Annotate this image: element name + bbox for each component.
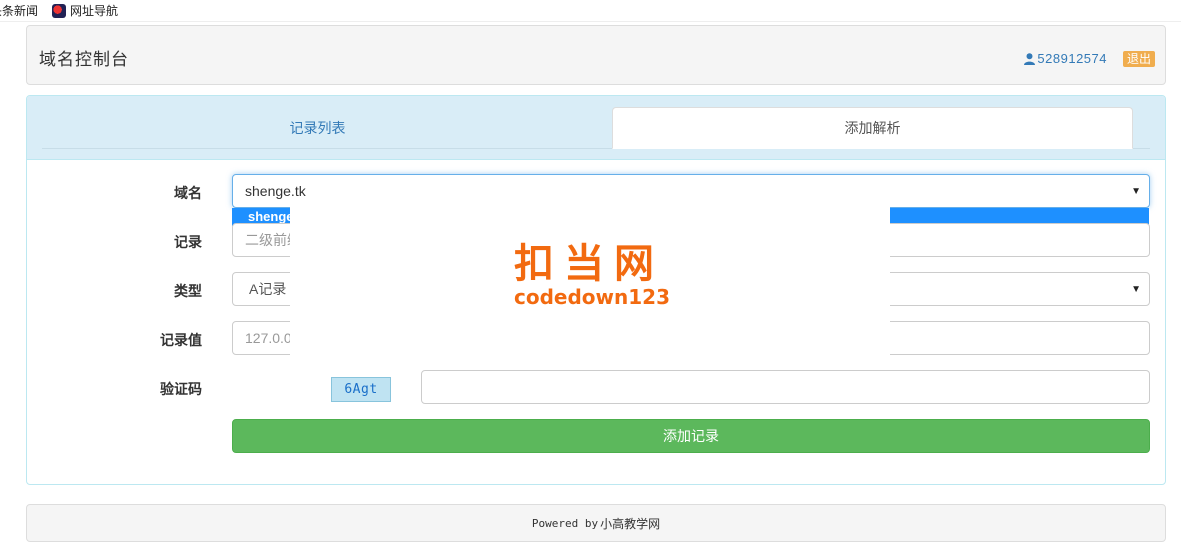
captcha-input[interactable]: [421, 370, 1150, 404]
type-label: 类型: [174, 283, 202, 299]
user-info[interactable]: 528912574: [1024, 51, 1107, 66]
footer: Powered by 小高教学网: [26, 504, 1166, 542]
select-arrow-icon: ▼: [1131, 186, 1141, 197]
bookmarks-bar: 头条新闻 网址导航: [0, 0, 1181, 22]
site-favicon-icon: [52, 3, 67, 18]
bookmark-label: 网址导航: [70, 4, 119, 18]
captcha-label: 验证码: [160, 381, 202, 397]
select-arrow-icon: ▼: [1131, 284, 1141, 295]
footer-powered-by: Powered by: [531, 516, 599, 530]
page-title: 域名控制台: [39, 50, 129, 69]
bookmark-item-news[interactable]: 头条新闻: [0, 2, 38, 19]
logout-button[interactable]: 退出: [1122, 51, 1155, 67]
domain-select[interactable]: shenge.tk ▼: [232, 174, 1150, 208]
tab-add-record[interactable]: 添加解析: [612, 107, 1133, 149]
record-value-label: 记录值: [160, 332, 202, 348]
domain-select-value: shenge.tk: [245, 183, 306, 199]
user-icon: [1024, 52, 1036, 65]
tab-record-list[interactable]: 记录列表: [57, 107, 578, 149]
header-panel: 域名控制台 528912574 退出: [26, 25, 1166, 85]
footer-site-link[interactable]: 小高教学网: [600, 515, 660, 532]
type-select-value: A记录: [249, 281, 287, 297]
watermark-title: 扣当网: [514, 241, 664, 287]
watermark-subtitle: codedown123: [514, 285, 670, 309]
user-id: 528912574: [1037, 51, 1107, 66]
bookmark-label: 头条新闻: [0, 4, 39, 18]
add-record-button[interactable]: 添加记录: [232, 419, 1150, 453]
watermark-overlay: 扣当网 codedown123: [290, 205, 890, 355]
captcha-image[interactable]: 6Agt: [331, 377, 391, 402]
domain-label: 域名: [174, 185, 202, 201]
bookmark-item-nav[interactable]: 网址导航: [52, 2, 118, 19]
record-label: 记录: [174, 234, 202, 250]
tab-strip: 记录列表 添加解析: [27, 96, 1165, 160]
